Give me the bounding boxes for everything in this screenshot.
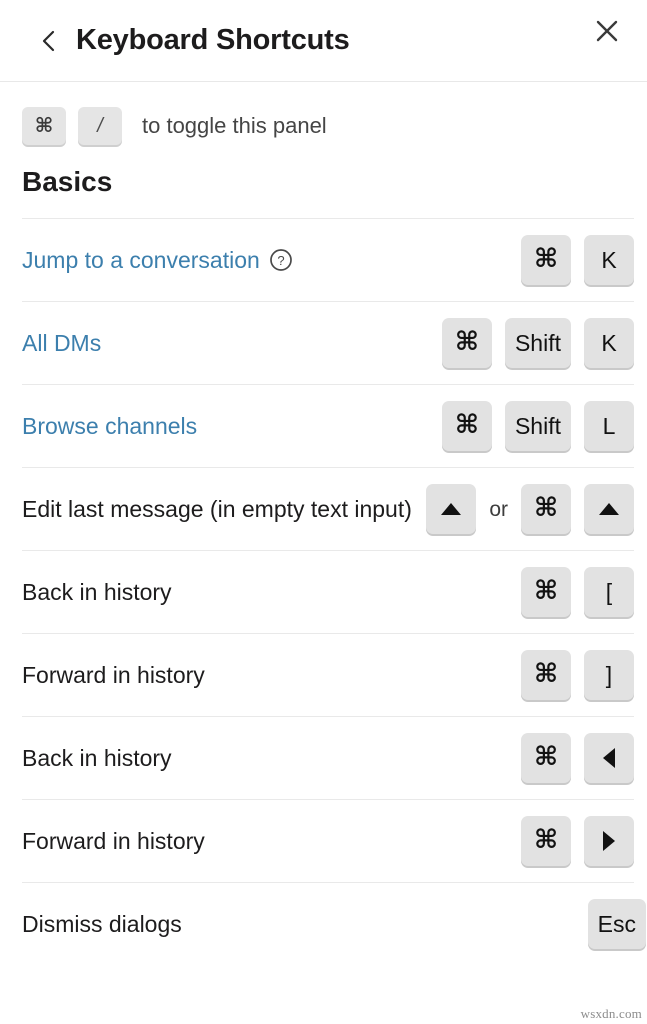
command-glyph: ⌘ [454, 410, 480, 440]
key-label: [ [605, 578, 613, 605]
shortcut-label: Dismiss dialogs [22, 909, 182, 940]
slash-glyph: / [97, 115, 103, 137]
shortcut-label: Edit last message (in empty text input) [22, 494, 412, 525]
key-label: L [602, 412, 616, 439]
key-command: ⌘ [441, 318, 492, 368]
key-slash: / [78, 107, 122, 145]
key-arrow-right [584, 816, 634, 866]
shortcut-row: Edit last message (in empty text input) o… [22, 467, 634, 550]
shortcut-list: Jump to a conversation? ⌘ K All DMs ⌘ Shift K B… [0, 218, 647, 965]
arrow-left-icon [603, 748, 615, 768]
shortcut-link[interactable]: Browse channels [22, 411, 197, 442]
key-label: Esc [597, 910, 636, 937]
key-arrow-up [584, 484, 634, 534]
shortcut-keys: ⌘] [521, 650, 634, 700]
key-label: K [601, 246, 617, 273]
shortcut-row: Forward in history ⌘ [22, 799, 634, 882]
shortcut-label-text: Jump to a conversation [22, 246, 260, 273]
key-command: ⌘ [521, 733, 571, 783]
shortcut-row: Jump to a conversation? ⌘ K [22, 218, 634, 301]
shortcut-row: Back in history ⌘[ [22, 550, 634, 633]
shortcut-label: Forward in history [22, 826, 205, 857]
command-glyph: ⌘ [533, 825, 559, 855]
key-command: ⌘ [22, 107, 66, 145]
section-title-basics: Basics [22, 166, 113, 197]
shortcut-row: Back in history ⌘ [22, 716, 634, 799]
key-cap: K [584, 318, 634, 368]
watermark: wsxdn.com [580, 1006, 642, 1021]
key-cap: Esc [587, 899, 646, 949]
question-circle-icon[interactable]: ? [269, 248, 293, 272]
chevron-left-icon[interactable] [36, 28, 62, 54]
shortcut-label: Back in history [22, 743, 172, 774]
command-glyph: ⌘ [533, 493, 559, 523]
arrow-up-icon [599, 503, 619, 515]
page-title: Keyboard Shortcuts [76, 24, 350, 56]
shortcut-keys: ⌘ [521, 816, 634, 866]
key-command: ⌘ [521, 235, 571, 285]
key-command: ⌘ [521, 484, 571, 534]
shortcut-keys: ⌘ [521, 733, 634, 783]
toggle-panel-hint: ⌘ / to toggle this panel [0, 82, 647, 145]
command-glyph: ⌘ [533, 742, 559, 772]
key-cap: K [584, 235, 634, 285]
close-icon[interactable] [591, 15, 623, 47]
key-command: ⌘ [441, 401, 492, 451]
key-cap: Shift [504, 401, 571, 451]
panel-header: Keyboard Shortcuts [0, 0, 647, 82]
command-glyph: ⌘ [34, 113, 54, 137]
shortcut-keys: ⌘ Shift K [441, 318, 634, 368]
shortcut-label-text: All DMs [22, 329, 102, 356]
key-label: K [601, 329, 617, 356]
shortcut-label-text: Back in history [22, 744, 172, 771]
key-cap: L [584, 401, 634, 451]
shortcut-row: Dismiss dialogs Esc [22, 882, 646, 965]
shortcut-keys: ⌘[ [521, 567, 634, 617]
shortcut-keys: Esc [587, 899, 646, 949]
key-cap: Shift [504, 318, 571, 368]
shortcut-label-text: Browse channels [22, 412, 198, 439]
command-glyph: ⌘ [533, 576, 559, 606]
key-cap: [ [584, 567, 634, 617]
key-separator-or: or [489, 497, 508, 521]
arrow-right-icon [603, 831, 615, 851]
key-command: ⌘ [521, 650, 571, 700]
key-cap: ] [584, 650, 634, 700]
arrow-up-icon [441, 503, 462, 515]
key-label: Shift [514, 329, 561, 356]
command-glyph: ⌘ [454, 327, 480, 357]
shortcut-label: Back in history [22, 577, 172, 608]
shortcut-keys: ⌘ Shift L [441, 401, 634, 451]
shortcut-label-text: Forward in history [22, 661, 205, 688]
shortcut-keys: or ⌘ [426, 484, 634, 534]
shortcut-keys: ⌘ K [521, 235, 634, 285]
key-arrow-left [584, 733, 634, 783]
shortcut-link[interactable]: All DMs [22, 328, 101, 359]
shortcut-row: Forward in history ⌘] [22, 633, 634, 716]
shortcut-label-text: Dismiss dialogs [22, 910, 182, 937]
toggle-hint-text: to toggle this panel [142, 113, 327, 138]
key-arrow-up [426, 484, 477, 534]
shortcut-label: Forward in history [22, 660, 205, 691]
svg-text:?: ? [277, 253, 284, 268]
shortcut-label-text: Back in history [22, 578, 172, 605]
command-glyph: ⌘ [533, 244, 559, 274]
shortcut-label-text: Forward in history [22, 827, 205, 854]
key-command: ⌘ [521, 567, 571, 617]
key-label: Shift [514, 412, 561, 439]
key-command: ⌘ [521, 816, 571, 866]
key-label: ] [605, 661, 613, 688]
command-glyph: ⌘ [533, 659, 559, 689]
shortcut-label-text: Edit last message (in empty text input) [22, 495, 412, 522]
shortcut-link[interactable]: Jump to a conversation? [22, 245, 293, 276]
shortcut-row: All DMs ⌘ Shift K [22, 301, 634, 384]
shortcut-row: Browse channels ⌘ Shift L [22, 384, 634, 467]
